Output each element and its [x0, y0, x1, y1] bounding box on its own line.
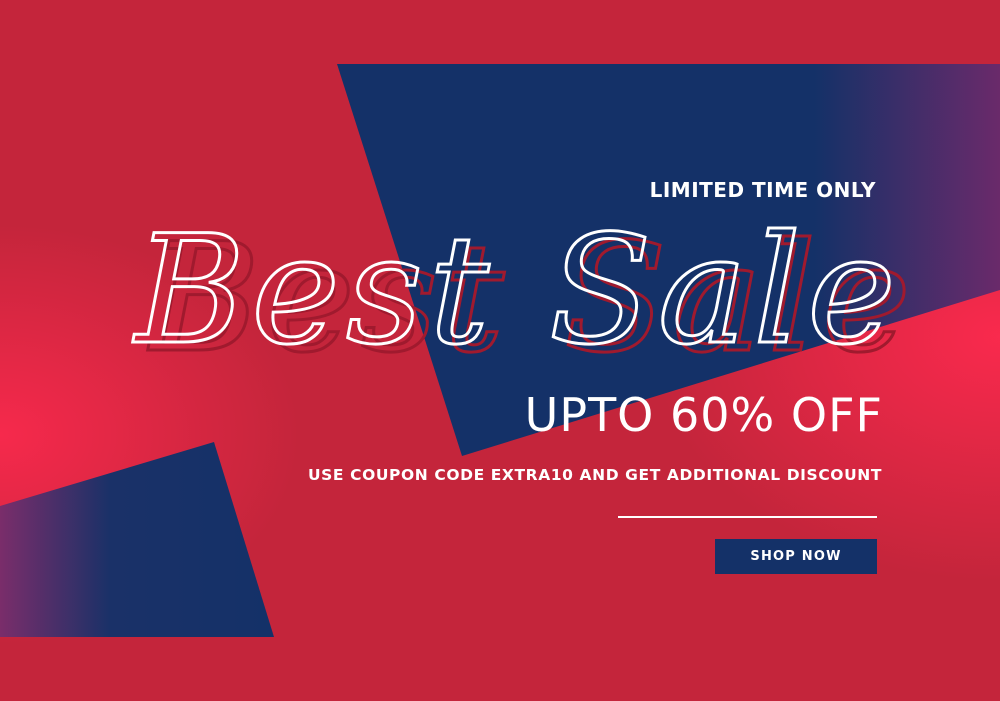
tagline: LIMITED TIME ONLY	[649, 178, 876, 202]
script-title: Best Sale	[132, 204, 902, 378]
divider-line	[618, 516, 877, 518]
discount-headline: UPTO 60% OFF	[524, 388, 883, 442]
sale-banner: Best Sale Best Sale LIMITED TIME ONLY UP…	[0, 0, 1000, 701]
shop-now-button[interactable]: SHOP NOW	[715, 539, 877, 574]
script-title-art: Best Sale Best Sale	[131, 203, 913, 388]
coupon-text: USE COUPON CODE EXTRA10 AND GET ADDITION…	[307, 466, 882, 484]
